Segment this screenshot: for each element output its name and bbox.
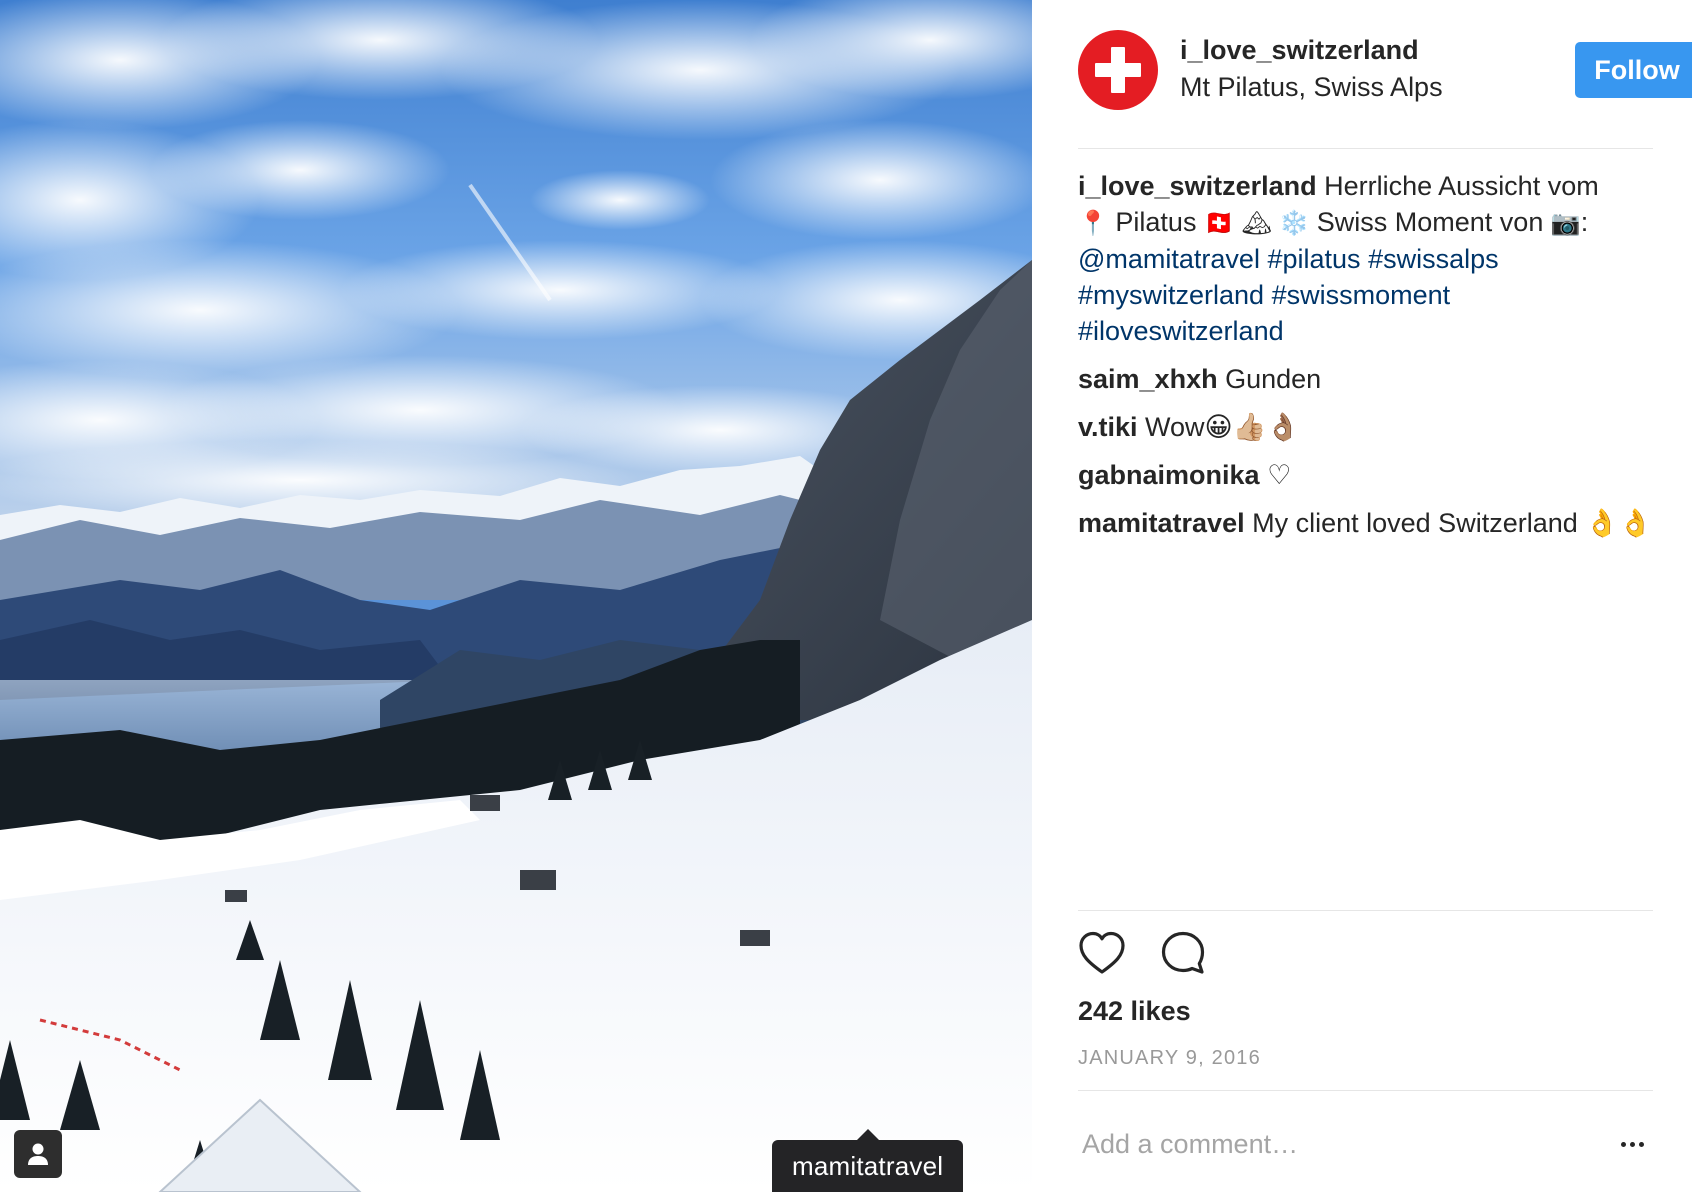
- hashtag-link[interactable]: #iloveswitzerland: [1078, 316, 1284, 346]
- hashtag-link[interactable]: #myswitzerland: [1078, 280, 1264, 310]
- avatar[interactable]: [1078, 30, 1158, 110]
- pin-emoji: 📍: [1078, 209, 1108, 237]
- snowflake-emoji: ❄️: [1279, 209, 1310, 237]
- camera-emoji: 📷: [1550, 209, 1581, 237]
- comment-text: Wow😀👍🏼👌🏽: [1145, 412, 1300, 442]
- username-link[interactable]: i_love_switzerland: [1180, 35, 1419, 66]
- location-link[interactable]: Mt Pilatus, Swiss Alps: [1180, 72, 1443, 103]
- actions-divider: [1078, 910, 1653, 911]
- hashtag-link[interactable]: #swissmoment: [1272, 280, 1451, 310]
- header-divider: [1078, 148, 1653, 149]
- caption-text: Pilatus: [1115, 207, 1197, 237]
- comment-item: mamitatravel My client loved Switzerland…: [1078, 505, 1653, 541]
- likes-count[interactable]: 242 likes: [1078, 996, 1191, 1027]
- comment-bubble-icon[interactable]: [1160, 930, 1206, 976]
- hashtag-link[interactable]: #swissalps: [1368, 244, 1499, 274]
- caption-colon: :: [1580, 207, 1589, 237]
- mountain-emoji: 🏔: [1241, 209, 1272, 237]
- photo-user-tag[interactable]: mamitatravel: [772, 1129, 964, 1192]
- comments-list: i_love_switzerland Herrliche Aussicht vo…: [1078, 168, 1653, 553]
- person-icon: [28, 1143, 48, 1165]
- post-date: JANUARY 9, 2016: [1078, 1047, 1261, 1069]
- post-photo[interactable]: mamitatravel: [0, 0, 1032, 1192]
- comment-text: My client loved Switzerland 👌👌: [1252, 508, 1653, 538]
- add-comment-input[interactable]: [1082, 1124, 1582, 1164]
- comment-text: ♡: [1267, 460, 1292, 490]
- caption-text: Swiss Moment von: [1316, 207, 1544, 237]
- caption-text: Herrliche Aussicht vom: [1324, 171, 1599, 201]
- swiss-flag-emoji: 🇨🇭: [1203, 209, 1234, 237]
- comment-item: gabnaimonika ♡: [1078, 457, 1653, 493]
- comment-item: saim_xhxh Gunden: [1078, 361, 1653, 397]
- comment-author[interactable]: gabnaimonika: [1078, 460, 1260, 490]
- heart-icon[interactable]: [1078, 930, 1126, 976]
- comment-author[interactable]: mamitatravel: [1078, 508, 1245, 538]
- hashtag-link[interactable]: #pilatus: [1267, 244, 1360, 274]
- mention-link[interactable]: @mamitatravel: [1078, 244, 1260, 274]
- comment-author[interactable]: v.tiki: [1078, 412, 1138, 442]
- comment-divider: [1078, 1090, 1653, 1091]
- user-tag-icon[interactable]: [14, 1130, 62, 1178]
- more-options-icon[interactable]: [1612, 1126, 1652, 1162]
- comment-item: v.tiki Wow😀👍🏼👌🏽: [1078, 409, 1653, 445]
- follow-button[interactable]: Follow: [1575, 42, 1692, 98]
- comment-author[interactable]: saim_xhxh: [1078, 364, 1218, 394]
- post-header: i_love_switzerland Mt Pilatus, Swiss Alp…: [1078, 30, 1692, 116]
- post-sidebar: i_love_switzerland Mt Pilatus, Swiss Alp…: [1032, 0, 1692, 1192]
- comment-text: Gunden: [1225, 364, 1322, 394]
- caption: i_love_switzerland Herrliche Aussicht vo…: [1078, 168, 1653, 349]
- action-bar: [1078, 930, 1278, 978]
- caption-author[interactable]: i_love_switzerland: [1078, 171, 1317, 201]
- mountain-landscape-image: [0, 0, 1032, 1192]
